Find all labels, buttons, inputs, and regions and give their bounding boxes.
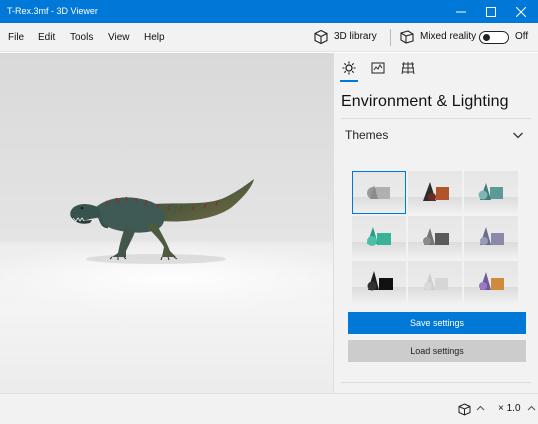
theme-thumbnail[interactable] bbox=[352, 261, 406, 304]
menu-edit[interactable]: Edit bbox=[38, 31, 55, 44]
theme-preview-icon bbox=[367, 271, 393, 291]
t-rex-model[interactable] bbox=[66, 177, 261, 267]
title-bar: T-Rex.3mf - 3D Viewer bbox=[0, 0, 538, 23]
3d-library-button[interactable]: 3D library bbox=[334, 31, 377, 42]
theme-preview-icon bbox=[367, 227, 391, 246]
theme-grid bbox=[351, 170, 519, 306]
mixed-reality-label: Mixed reality bbox=[420, 31, 477, 42]
save-settings-button[interactable]: Save settings bbox=[348, 312, 526, 334]
themes-header[interactable]: Themes bbox=[345, 128, 388, 142]
toggle-state-label: Off bbox=[515, 31, 529, 42]
settings-panel: Environment & Lighting Themes Save setti… bbox=[333, 53, 538, 393]
toggle-knob bbox=[483, 34, 490, 41]
active-tab-indicator bbox=[340, 80, 358, 82]
minimize-button[interactable] bbox=[446, 0, 476, 23]
menu-view[interactable]: View bbox=[108, 31, 130, 44]
theme-thumbnail[interactable] bbox=[464, 216, 518, 259]
theme-preview-icon bbox=[478, 183, 503, 200]
3d-viewport[interactable] bbox=[0, 53, 333, 393]
maximize-button[interactable] bbox=[476, 0, 506, 23]
close-icon bbox=[516, 6, 526, 17]
grid-icon[interactable] bbox=[401, 61, 415, 75]
theme-thumbnail[interactable] bbox=[464, 171, 518, 214]
zoom-level: × 1.0 bbox=[498, 403, 521, 414]
theme-thumbnail[interactable] bbox=[352, 216, 406, 259]
theme-preview-icon bbox=[423, 228, 449, 245]
theme-preview-icon bbox=[479, 272, 504, 290]
sun-icon[interactable] bbox=[342, 61, 356, 75]
theme-thumbnail[interactable] bbox=[408, 261, 462, 304]
theme-preview-icon bbox=[424, 273, 448, 290]
divider bbox=[341, 382, 531, 383]
theme-thumbnail[interactable] bbox=[464, 261, 518, 304]
chevron-down-icon[interactable] bbox=[512, 129, 524, 141]
status-bar: × 1.0 bbox=[0, 393, 538, 424]
load-settings-button[interactable]: Load settings bbox=[348, 340, 526, 362]
theme-thumbnail[interactable] bbox=[352, 171, 406, 214]
menu-help[interactable]: Help bbox=[144, 31, 165, 44]
menu-file[interactable]: File bbox=[8, 31, 24, 44]
cube-icon[interactable] bbox=[313, 29, 329, 45]
theme-thumbnail[interactable] bbox=[408, 216, 462, 259]
theme-preview-icon bbox=[423, 182, 449, 201]
view-cube-icon[interactable] bbox=[458, 403, 471, 416]
chevron-up-icon[interactable] bbox=[476, 404, 485, 413]
chevron-up-icon[interactable] bbox=[527, 404, 536, 413]
theme-thumbnail[interactable] bbox=[408, 171, 462, 214]
mixed-reality-icon[interactable] bbox=[399, 29, 415, 45]
menu-divider bbox=[390, 29, 391, 46]
theme-preview-icon bbox=[480, 227, 504, 245]
stats-icon[interactable] bbox=[371, 61, 385, 75]
menu-bar: File Edit Tools View Help 3D library Mix… bbox=[0, 23, 538, 52]
maximize-icon bbox=[486, 6, 496, 17]
window-title: T-Rex.3mf - 3D Viewer bbox=[7, 6, 98, 16]
menu-tools[interactable]: Tools bbox=[70, 31, 93, 44]
mixed-reality-toggle[interactable] bbox=[479, 31, 509, 44]
minimize-icon bbox=[456, 11, 466, 12]
theme-preview-icon bbox=[367, 185, 390, 199]
close-button[interactable] bbox=[506, 0, 536, 23]
divider bbox=[341, 118, 531, 119]
panel-title: Environment & Lighting bbox=[341, 93, 509, 110]
